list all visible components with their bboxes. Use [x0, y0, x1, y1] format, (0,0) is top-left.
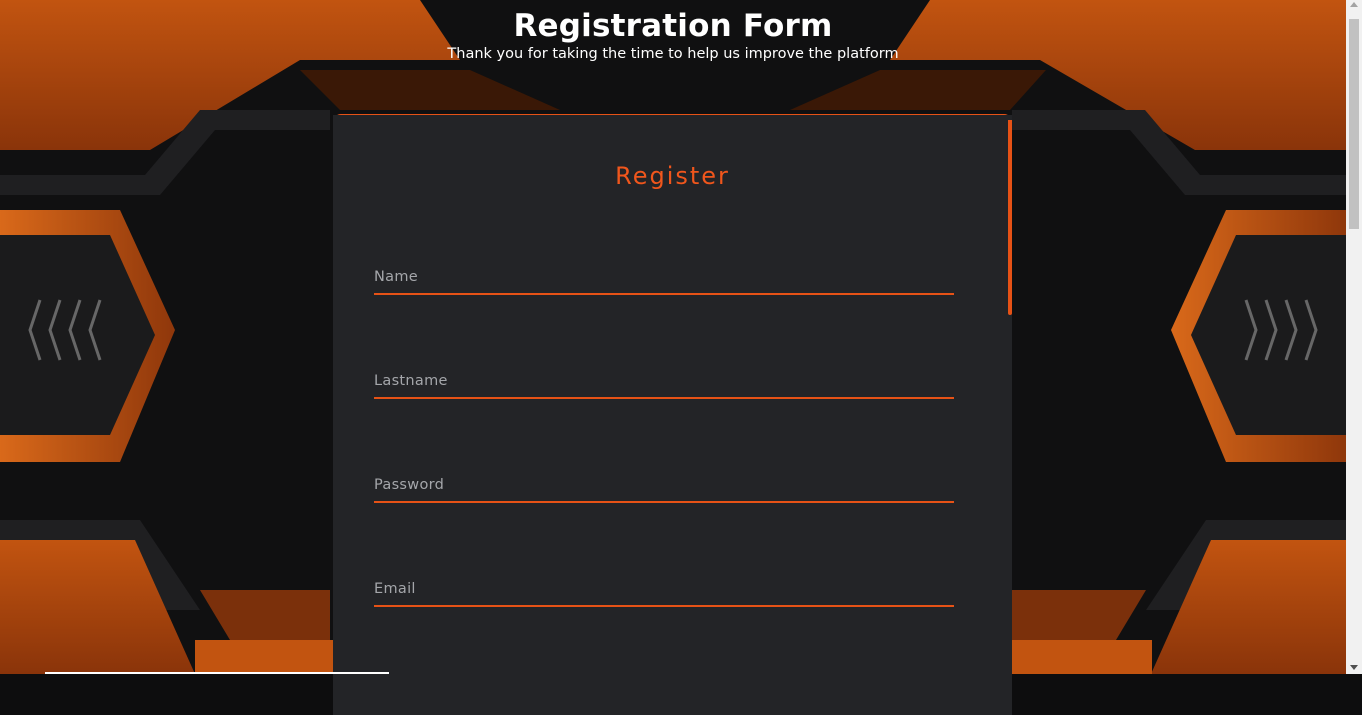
page-title: Registration Form: [513, 8, 833, 44]
password-field[interactable]: [374, 473, 954, 503]
scroll-up-arrow-icon[interactable]: [1350, 2, 1358, 7]
page-header: Registration Form Thank you for taking t…: [0, 6, 1346, 63]
registration-card: [333, 115, 1012, 715]
password-field-wrapper: [374, 473, 954, 503]
card-accent-side: [1008, 120, 1012, 315]
lastname-field[interactable]: [374, 369, 954, 399]
register-heading: Register: [615, 162, 730, 190]
name-field-wrapper: [374, 265, 954, 295]
name-field[interactable]: [374, 265, 954, 295]
scrollbar-thumb[interactable]: [1349, 19, 1359, 229]
email-field[interactable]: [374, 577, 954, 607]
lastname-field-wrapper: [374, 369, 954, 399]
email-field-wrapper: [374, 577, 954, 607]
page-subtitle: Thank you for taking the time to help us…: [447, 46, 899, 62]
vertical-scrollbar[interactable]: [1346, 0, 1362, 674]
scroll-down-arrow-icon[interactable]: [1350, 665, 1358, 670]
